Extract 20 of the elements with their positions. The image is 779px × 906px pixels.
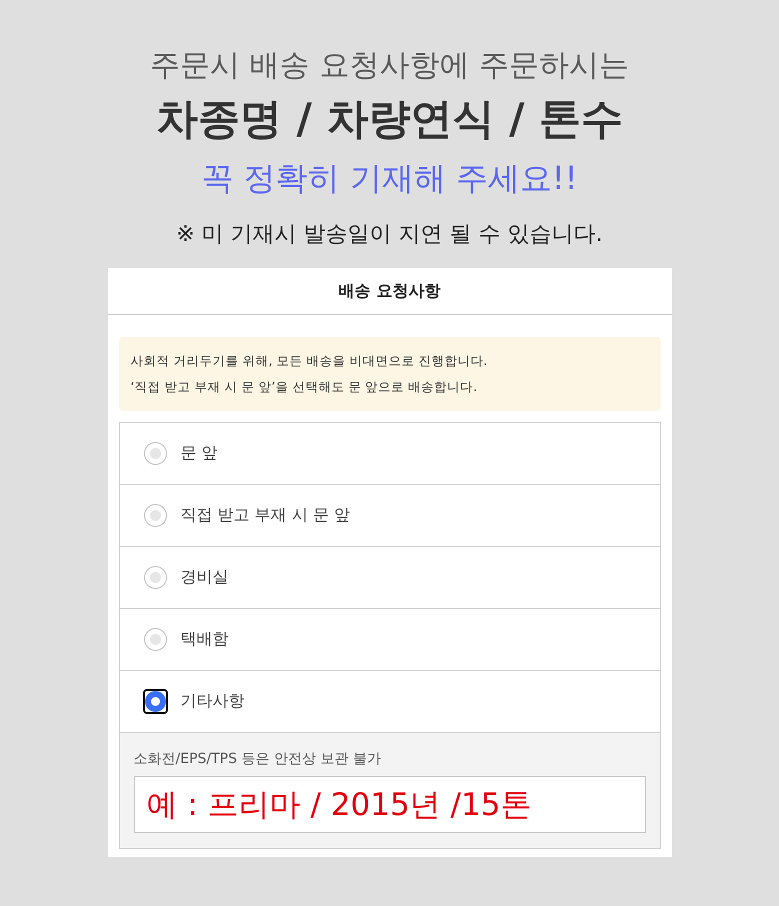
radio-button[interactable] (142, 689, 168, 714)
notice-text: ‘직접 받고 부재 시 문 앞’을 선택해도 문 앞으로 배송합니다. (130, 378, 478, 396)
heading-title: 차종명 / 차량연식 / 톤수 (156, 93, 624, 145)
notice-text: 사회적 거리두기를 위해, 모든 배송을 비대면으로 진행합니다. (130, 352, 488, 370)
option-row[interactable]: 택배함 (118, 609, 660, 671)
heading-emphasis: 꼭 정확히 기재해 주세요!! (201, 158, 578, 199)
option-label: 문 앞 (180, 443, 218, 464)
option-label: 경비실 (180, 567, 228, 588)
heading-note: ※ 미 기재시 발송일이 지연 될 수 있습니다. (176, 221, 603, 249)
option-row[interactable]: 경비실 (118, 547, 660, 609)
option-label: 택배함 (180, 629, 228, 650)
hint-text: 소화전/EPS/TPS 등은 안전상 보관 불가 (134, 750, 382, 769)
option-row[interactable]: 직접 받고 부재 시 문 앞 (118, 485, 660, 547)
panel-title: 배송 요청사항 (108, 268, 672, 315)
option-label: 직접 받고 부재 시 문 앞 (180, 505, 350, 526)
option-row[interactable]: 문 앞 (118, 423, 660, 485)
heading-text: 주문시 배송 요청사항에 주문하시는 (150, 47, 629, 85)
option-label: 기타사항 (180, 691, 244, 712)
text-input[interactable]: 예 : 프리마 / 2015년 /15톤 (134, 776, 646, 833)
option-row[interactable]: 기타사항 (118, 671, 660, 733)
